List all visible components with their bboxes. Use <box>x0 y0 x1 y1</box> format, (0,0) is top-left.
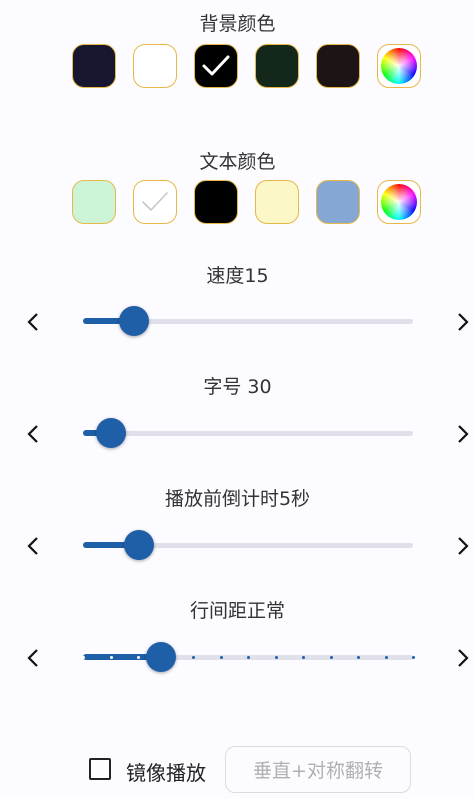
font-size-increase-button[interactable] <box>448 419 475 449</box>
checkmark-icon <box>202 55 230 76</box>
background-color-swatch[interactable] <box>316 44 360 88</box>
slider-tick <box>219 656 223 659</box>
background-color-swatch[interactable] <box>72 44 116 88</box>
countdown-increase-button[interactable] <box>448 531 475 561</box>
slider-tick <box>82 656 85 659</box>
chevron-right-icon <box>458 537 469 555</box>
chevron-right-icon <box>458 425 469 443</box>
background-color-title: 背景颜色 <box>199 13 276 35</box>
line-spacing-increase-button[interactable] <box>448 643 475 673</box>
text-color-picker-button[interactable] <box>377 180 421 224</box>
slider-tick <box>412 656 415 659</box>
chevron-left-icon <box>27 649 38 667</box>
flip-button-label: 垂直+对称翻转 <box>253 760 383 782</box>
line-spacing-decrease-button[interactable] <box>18 643 48 673</box>
text-color-swatch[interactable] <box>255 180 299 224</box>
slider-thumb[interactable] <box>145 642 176 672</box>
background-color-swatch[interactable] <box>133 44 177 88</box>
font-size-slider[interactable] <box>83 418 413 448</box>
speed-label: 速度15 <box>206 265 269 287</box>
chevron-right-icon <box>458 649 469 667</box>
line-spacing-slider[interactable] <box>82 642 415 672</box>
slider-tick <box>137 656 140 659</box>
color-wheel-icon <box>381 184 417 220</box>
slider-tick <box>274 656 278 659</box>
slider-tick <box>384 656 388 659</box>
slider-tick <box>357 656 360 659</box>
chevron-left-icon <box>27 313 38 331</box>
slider-tick <box>192 656 195 659</box>
mirror-checkbox[interactable] <box>89 758 111 780</box>
slider-tick <box>329 656 333 659</box>
text-color-swatch[interactable] <box>316 180 360 224</box>
slider-track <box>83 431 413 436</box>
text-color-title: 文本颜色 <box>199 151 276 173</box>
countdown-decrease-button[interactable] <box>18 531 48 561</box>
text-color-swatch[interactable] <box>72 180 116 224</box>
slider-tick <box>247 656 250 659</box>
slider-thumb[interactable] <box>124 530 155 560</box>
mirror-checkbox-label[interactable]: 镜像播放 <box>126 757 206 786</box>
slider-thumb[interactable] <box>119 306 150 336</box>
text-color-swatch[interactable] <box>133 180 177 224</box>
color-wheel-icon <box>381 48 417 84</box>
background-color-picker-button[interactable] <box>377 44 421 88</box>
speed-slider[interactable] <box>83 306 413 336</box>
countdown-label: 播放前倒计时5秒 <box>164 488 311 510</box>
slider-tick <box>302 656 305 659</box>
font-size-decrease-button[interactable] <box>18 419 48 449</box>
chevron-right-icon <box>458 313 469 331</box>
slider-tick <box>109 656 113 659</box>
checkmark-icon <box>142 192 168 211</box>
line-spacing-label: 行间距正常 <box>189 600 285 622</box>
chevron-left-icon <box>27 537 38 555</box>
background-color-swatch[interactable] <box>255 44 299 88</box>
speed-decrease-button[interactable] <box>18 307 48 337</box>
text-color-swatch[interactable] <box>194 180 238 224</box>
speed-increase-button[interactable] <box>448 307 475 337</box>
chevron-left-icon <box>27 425 38 443</box>
flip-button[interactable]: 垂直+对称翻转 <box>225 746 411 793</box>
slider-thumb[interactable] <box>96 418 127 448</box>
font-size-label: 字号 30 <box>203 376 272 398</box>
countdown-slider[interactable] <box>83 530 413 560</box>
background-color-swatch[interactable] <box>194 44 238 88</box>
